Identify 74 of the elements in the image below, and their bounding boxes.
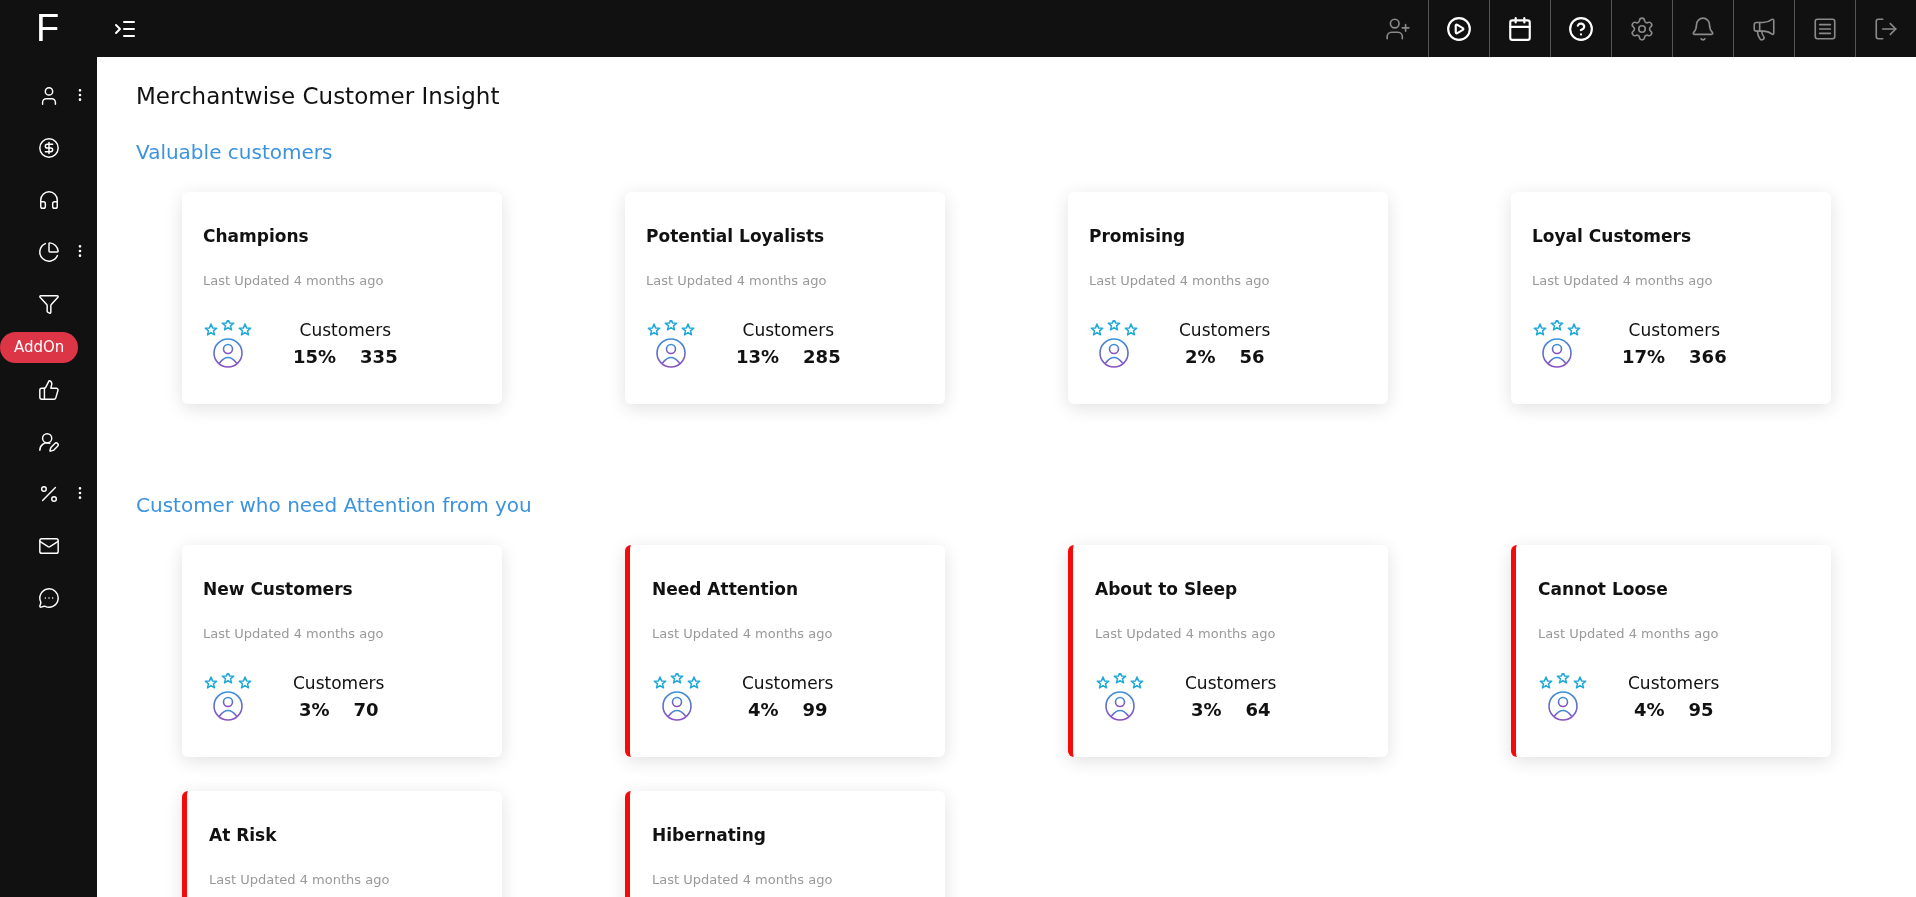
mail-icon[interactable]	[37, 535, 60, 557]
star-person-icon	[646, 320, 696, 370]
card-title: At Risk	[209, 825, 278, 845]
card-title: Champions	[203, 226, 310, 246]
card-title: Loyal Customers	[1532, 226, 1693, 246]
updated-text: Last Updated 4 months ago	[1089, 273, 1271, 288]
updated-text: Last Updated 4 months ago	[209, 872, 391, 887]
percent-value: 2%	[1184, 346, 1216, 367]
section-heading: Valuable customers	[136, 140, 334, 164]
stat-label: Customers	[1179, 320, 1271, 340]
headphones-icon[interactable]	[37, 189, 60, 211]
count-value: 64	[1245, 699, 1271, 720]
segment-card[interactable]: Potential Loyalists Last Updated 4 months ago Customers 13% 285	[625, 192, 945, 404]
segment-card[interactable]: Cannot Loose Last Updated 4 months ago Customers 4% 95	[1511, 545, 1831, 757]
updated-text: Last Updated 4 months ago	[646, 273, 828, 288]
logo: F	[35, 7, 60, 50]
star-person-icon	[652, 673, 702, 723]
stat-label: Customers	[1185, 673, 1277, 693]
stat-label: Customers	[1628, 673, 1720, 693]
thumbs-up-icon[interactable]	[37, 379, 60, 401]
card-title: New Customers	[203, 579, 354, 599]
updated-text: Last Updated 4 months ago	[1538, 626, 1720, 641]
count-value: 285	[803, 346, 841, 367]
count-value: 95	[1688, 699, 1714, 720]
card-title: Hibernating	[652, 825, 767, 845]
segment-card[interactable]: Need Attention Last Updated 4 months ago Customers 4% 99	[625, 545, 945, 757]
stat-label: Customers	[1628, 320, 1721, 340]
card-title: Cannot Loose	[1538, 579, 1669, 599]
count-value: 56	[1239, 346, 1265, 367]
updated-text: Last Updated 4 months ago	[203, 273, 385, 288]
card-title: Potential Loyalists	[646, 226, 826, 246]
percent-value: 4%	[1633, 699, 1665, 720]
stat-label: Customers	[742, 673, 834, 693]
segment-card[interactable]: Promising Last Updated 4 months ago Customers 2% 56	[1068, 192, 1388, 404]
dollar-icon[interactable]	[37, 137, 60, 159]
page-title: Merchantwise Customer Insight	[136, 83, 501, 109]
star-person-icon	[1095, 673, 1145, 723]
card-title: Promising	[1089, 226, 1187, 246]
percent-value: 4%	[747, 699, 779, 720]
star-person-icon	[1089, 320, 1139, 370]
star-person-icon	[203, 673, 253, 723]
segment-card[interactable]: Hibernating Last Updated 4 months ago	[625, 791, 945, 897]
stat-label: Customers	[742, 320, 835, 340]
card-title: About to Sleep	[1095, 579, 1239, 599]
percent-value: 3%	[298, 699, 330, 720]
segment-card[interactable]: Champions Last Updated 4 months ago Customers 15% 335	[182, 192, 502, 404]
segment-card[interactable]: At Risk Last Updated 4 months ago	[182, 791, 502, 897]
star-person-icon	[1532, 320, 1582, 370]
percent-value: 3%	[1190, 699, 1222, 720]
star-person-icon	[1538, 673, 1588, 723]
updated-text: Last Updated 4 months ago	[203, 626, 385, 641]
percent-value: 17%	[1622, 346, 1666, 367]
segment-card[interactable]: Loyal Customers Last Updated 4 months ago Customers 17% 366	[1511, 192, 1831, 404]
percent-value: 15%	[293, 346, 337, 367]
segment-card[interactable]: About to Sleep Last Updated 4 months ago Customers 3% 64	[1068, 545, 1388, 757]
addon-badge[interactable]: AddOn	[0, 331, 79, 363]
count-value: 366	[1689, 346, 1727, 367]
updated-text: Last Updated 4 months ago	[1532, 273, 1714, 288]
count-value: 335	[360, 346, 398, 367]
stat-label: Customers	[299, 320, 392, 340]
pie-chart-icon[interactable]	[37, 241, 60, 263]
updated-text: Last Updated 4 months ago	[1095, 626, 1277, 641]
star-person-icon	[203, 320, 253, 370]
segment-card[interactable]: New Customers Last Updated 4 months ago Customers 3% 70	[182, 545, 502, 757]
count-value: 99	[802, 699, 828, 720]
updated-text: Last Updated 4 months ago	[652, 872, 834, 887]
count-value: 70	[353, 699, 379, 720]
updated-text: Last Updated 4 months ago	[652, 626, 834, 641]
section-heading: Customer who need Attention from you	[136, 493, 533, 517]
funnel-icon[interactable]	[37, 293, 60, 315]
card-title: Need Attention	[652, 579, 800, 599]
percent-value: 13%	[736, 346, 780, 367]
stat-label: Customers	[293, 673, 385, 693]
chat-icon[interactable]	[37, 587, 60, 609]
